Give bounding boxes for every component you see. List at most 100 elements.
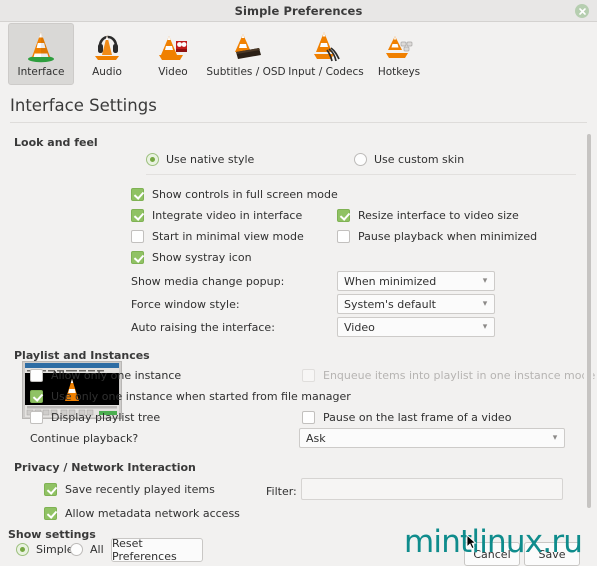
- chevron-down-icon: ▾: [552, 433, 558, 443]
- tab-subtitles-osd[interactable]: Subtitles / OSD: [206, 23, 286, 85]
- radio-show-simple[interactable]: Simple: [16, 543, 74, 556]
- vlc-subtitles-icon: [228, 28, 264, 64]
- vlc-video-icon: [155, 28, 191, 64]
- radio-native-style-indicator[interactable]: [146, 153, 159, 166]
- filter-input[interactable]: [301, 478, 563, 500]
- checkbox-allow-one-instance[interactable]: Allow only one instance: [30, 369, 181, 382]
- reset-preferences-button[interactable]: Reset Preferences: [111, 537, 203, 563]
- settings-scroll-area: Look and feel Use native style Use custo…: [0, 126, 597, 522]
- tab-video-label: Video: [158, 66, 188, 78]
- checkbox-resize-interface-box[interactable]: [337, 209, 350, 222]
- checkbox-pause-last-frame-label: Pause on the last frame of a video: [323, 411, 512, 424]
- combo-force-window-style-value: System's default: [344, 297, 436, 311]
- cancel-button-label: Cancel: [473, 547, 511, 561]
- simple-preferences-window: Simple Preferences Interface Audio Video…: [0, 0, 597, 566]
- checkbox-display-playlist-tree[interactable]: Display playlist tree: [30, 411, 160, 424]
- checkbox-one-instance-file-manager-box[interactable]: [30, 390, 43, 403]
- reset-preferences-label: Reset Preferences: [112, 537, 177, 563]
- group-heading-look-and-feel: Look and feel: [14, 136, 98, 149]
- radio-show-all-indicator[interactable]: [70, 543, 83, 556]
- radio-custom-skin-label: Use custom skin: [374, 153, 465, 166]
- tab-subtitles-osd-label: Subtitles / OSD: [206, 66, 286, 78]
- tab-interface-label: Interface: [17, 66, 65, 78]
- look-and-feel-divider: [146, 174, 576, 175]
- radio-show-simple-indicator[interactable]: [16, 543, 29, 556]
- tab-audio[interactable]: Audio: [74, 23, 140, 85]
- tab-video[interactable]: Video: [140, 23, 206, 85]
- checkbox-display-playlist-tree-label: Display playlist tree: [51, 411, 161, 424]
- combo-continue-playback-value: Ask: [306, 431, 326, 445]
- label-continue-playback: Continue playback?: [30, 432, 139, 445]
- radio-show-all[interactable]: All: [70, 543, 104, 556]
- tab-audio-label: Audio: [92, 66, 122, 78]
- combo-continue-playback[interactable]: Ask ▾: [299, 428, 565, 448]
- checkbox-pause-last-frame[interactable]: Pause on the last frame of a video: [302, 411, 511, 424]
- checkbox-show-controls-fullscreen[interactable]: Show controls in full screen mode: [131, 188, 338, 201]
- combo-auto-raise-value: Video: [344, 320, 375, 334]
- checkbox-one-instance-file-manager[interactable]: Use only one instance when started from …: [30, 390, 351, 403]
- checkbox-allow-one-instance-label: Allow only one instance: [51, 369, 182, 382]
- checkbox-minimal-view-box[interactable]: [131, 230, 144, 243]
- scrollbar-thumb[interactable]: [587, 134, 591, 508]
- checkbox-resize-interface[interactable]: Resize interface to video size: [337, 209, 519, 222]
- cancel-button[interactable]: Cancel: [464, 542, 520, 566]
- close-icon[interactable]: [575, 4, 589, 18]
- checkbox-enqueue-items-box: [302, 369, 315, 382]
- radio-custom-skin-indicator[interactable]: [354, 153, 367, 166]
- checkbox-show-controls-fullscreen-box[interactable]: [131, 188, 144, 201]
- checkbox-save-recent-box[interactable]: [44, 483, 57, 496]
- checkbox-enqueue-items-label: Enqueue items into playlist in one insta…: [323, 369, 596, 382]
- page-title-divider: [10, 122, 587, 123]
- radio-show-simple-label: Simple: [36, 543, 74, 556]
- tab-hotkeys[interactable]: Hotkeys: [366, 23, 432, 85]
- page-title: Interface Settings: [10, 96, 157, 115]
- checkbox-save-recent[interactable]: Save recently played items: [44, 483, 215, 496]
- window-title: Simple Preferences: [234, 3, 363, 18]
- checkbox-integrate-video-box[interactable]: [131, 209, 144, 222]
- vlc-hotkeys-icon: [381, 28, 417, 64]
- chevron-down-icon: ▾: [482, 299, 488, 309]
- checkbox-display-playlist-tree-box[interactable]: [30, 411, 43, 424]
- checkbox-one-instance-file-manager-label: Use only one instance when started from …: [51, 390, 351, 403]
- label-force-window-style: Force window style:: [131, 298, 240, 311]
- checkbox-allow-one-instance-box[interactable]: [30, 369, 43, 382]
- save-button-label: Save: [538, 547, 566, 561]
- checkbox-pause-minimized[interactable]: Pause playback when minimized: [337, 230, 537, 243]
- radio-show-all-label: All: [90, 543, 104, 556]
- checkbox-pause-minimized-box[interactable]: [337, 230, 350, 243]
- radio-use-custom-skin[interactable]: Use custom skin: [354, 153, 464, 166]
- group-heading-privacy: Privacy / Network Interaction: [14, 461, 196, 474]
- checkbox-systray-label: Show systray icon: [152, 251, 252, 264]
- vlc-headphones-icon: [89, 28, 125, 64]
- label-media-change-popup: Show media change popup:: [131, 275, 285, 288]
- checkbox-resize-interface-label: Resize interface to video size: [358, 209, 519, 222]
- checkbox-minimal-view[interactable]: Start in minimal view mode: [131, 230, 304, 243]
- checkbox-systray[interactable]: Show systray icon: [131, 251, 252, 264]
- checkbox-pause-minimized-label: Pause playback when minimized: [358, 230, 538, 243]
- titlebar: Simple Preferences: [0, 0, 597, 22]
- checkbox-save-recent-label: Save recently played items: [65, 483, 215, 496]
- combo-media-change-popup[interactable]: When minimized ▾: [337, 271, 495, 291]
- label-filter: Filter:: [266, 485, 297, 498]
- checkbox-enqueue-items: Enqueue items into playlist in one insta…: [302, 369, 595, 382]
- tab-input-codecs[interactable]: Input / Codecs: [286, 23, 366, 85]
- footer-bar: Show settings Simple All Reset Preferenc…: [0, 522, 597, 566]
- combo-auto-raise[interactable]: Video ▾: [337, 317, 495, 337]
- checkbox-minimal-view-label: Start in minimal view mode: [152, 230, 304, 243]
- combo-media-change-popup-value: When minimized: [344, 274, 437, 288]
- checkbox-pause-last-frame-box[interactable]: [302, 411, 315, 424]
- vertical-scrollbar[interactable]: [584, 128, 593, 520]
- label-auto-raise: Auto raising the interface:: [131, 321, 275, 334]
- combo-force-window-style[interactable]: System's default ▾: [337, 294, 495, 314]
- checkbox-metadata-access[interactable]: Allow metadata network access: [44, 507, 240, 520]
- tab-interface[interactable]: Interface: [8, 23, 74, 85]
- checkbox-show-controls-fullscreen-label: Show controls in full screen mode: [152, 188, 338, 201]
- vlc-cone-icon: [23, 28, 59, 64]
- save-button[interactable]: Save: [524, 542, 580, 566]
- radio-use-native-style[interactable]: Use native style: [146, 153, 254, 166]
- category-tabs: Interface Audio Video Subtitles / OSD In…: [0, 23, 597, 89]
- radio-native-style-label: Use native style: [166, 153, 255, 166]
- checkbox-systray-box[interactable]: [131, 251, 144, 264]
- checkbox-integrate-video[interactable]: Integrate video in interface: [131, 209, 302, 222]
- checkbox-metadata-access-box[interactable]: [44, 507, 57, 520]
